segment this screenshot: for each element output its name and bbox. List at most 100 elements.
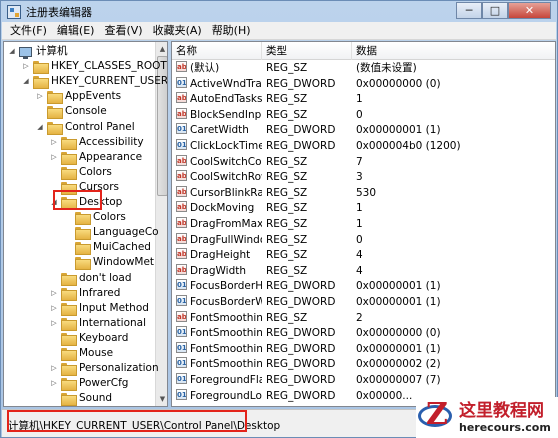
string-value-icon — [176, 310, 187, 322]
tree-node[interactable]: LanguageCo — [64, 225, 159, 241]
tree-node-label: HKEY_CLASSES_ROOT — [51, 60, 167, 73]
value-row[interactable]: DragFromMaxi... REG_SZ 1 — [172, 217, 555, 233]
expander-icon[interactable]: ▷ — [50, 301, 58, 316]
value-data: 0x00000001 (1) — [356, 280, 441, 293]
tree-node[interactable]: Console — [36, 104, 107, 120]
tree-node[interactable]: ▷ Input Method — [50, 301, 149, 316]
menu-file[interactable]: 文件(F) — [5, 22, 52, 40]
tree-node[interactable]: WindowMet — [64, 255, 154, 271]
value-row[interactable]: CoolSwitchCol... REG_SZ 7 — [172, 154, 555, 171]
tree-node[interactable]: ▷ PowerCfg — [50, 376, 128, 392]
close-button[interactable]: ✕ — [508, 2, 551, 19]
expander-icon[interactable]: ◢ — [22, 74, 30, 89]
tree-node[interactable]: ▷ Infrared — [50, 286, 120, 301]
value-row[interactable]: ForegroundFla... REG_DWORD 0x00000007 (7) — [172, 373, 555, 389]
value-row[interactable]: (默认) REG_SZ (数值未设置) — [172, 61, 555, 77]
value-row[interactable]: FontSmoothin... REG_DWORD 0x00000002 (2) — [172, 357, 555, 373]
folder-icon — [61, 378, 77, 392]
tree-node[interactable]: ▷ Appearance — [50, 150, 142, 165]
value-type: REG_SZ — [266, 155, 308, 168]
menu-help[interactable]: 帮助(H) — [207, 22, 256, 40]
column-header-name[interactable]: 名称 — [172, 42, 262, 60]
value-name: FocusBorderH... — [190, 280, 262, 293]
minimize-button[interactable]: ─ — [456, 2, 482, 19]
value-row[interactable]: DockMoving REG_SZ 1 — [172, 201, 555, 217]
tree-node[interactable]: ◢ HKEY_CURRENT_USER — [22, 74, 167, 90]
expander-icon[interactable]: ◢ — [36, 120, 44, 135]
tree-node[interactable]: MuiCached — [64, 240, 151, 256]
tree-node[interactable]: ▷ Accessibility — [50, 135, 144, 150]
value-row[interactable]: FontSmoothin... REG_DWORD 0x00000001 (1) — [172, 341, 555, 358]
tree-node[interactable]: ▷ AppEvents — [36, 89, 121, 105]
tree-node[interactable]: ▷ International — [50, 316, 146, 331]
value-row[interactable]: DragHeight REG_SZ 4 — [172, 248, 555, 264]
tree-node-label: Input Method — [79, 301, 149, 314]
scroll-down-icon[interactable]: ▼ — [156, 392, 167, 406]
expander-icon[interactable]: ▷ — [22, 59, 30, 74]
value-data: 530 — [356, 186, 377, 199]
expander-icon[interactable]: ▷ — [50, 361, 58, 376]
tree-node[interactable]: ◢ Control Panel — [36, 120, 135, 135]
tree-node[interactable]: don't load — [50, 271, 132, 286]
tree-node-label: LanguageCo — [93, 226, 159, 239]
expander-icon[interactable]: ▷ — [50, 150, 58, 165]
value-row[interactable]: ActiveWndTrac... REG_DWORD 0x00000000 (0) — [172, 76, 555, 93]
value-row[interactable]: FocusBorderH... REG_DWORD 0x00000001 (1) — [172, 279, 555, 295]
value-row[interactable]: ClickLockTime REG_DWORD 0x000004b0 (1200) — [172, 139, 555, 155]
folder-icon — [61, 302, 77, 316]
column-header-type[interactable]: 类型 — [262, 42, 352, 60]
tree-node-label: Console — [65, 105, 107, 118]
value-row[interactable]: FocusBorderW... REG_DWORD 0x00000001 (1) — [172, 295, 555, 311]
tree-node[interactable]: Sound — [50, 391, 112, 406]
menu-view[interactable]: 查看(V) — [99, 22, 147, 40]
registry-key-tree[interactable]: ▲ ▼ ◢ 计算机 ▷ HKEY_CLASSES_ROOT ◢ HKEY_CURRENT_… — [3, 41, 168, 407]
expander-icon[interactable]: ◢ — [8, 44, 16, 59]
value-row[interactable]: DragWidth REG_SZ 4 — [172, 263, 555, 280]
value-data: 0x00000001 (1) — [356, 296, 441, 308]
value-name: CoolSwitchCol... — [190, 155, 262, 168]
expander-icon[interactable]: ▷ — [50, 286, 58, 301]
tree-node[interactable]: Colors — [50, 165, 112, 180]
menu-edit[interactable]: 编辑(E) — [52, 22, 100, 40]
value-row[interactable]: CoolSwitchRows REG_SZ 3 — [172, 170, 555, 186]
tree-node[interactable]: Mouse — [50, 346, 113, 361]
title-bar[interactable]: 注册表编辑器 ─ □ ✕ — [1, 1, 557, 22]
value-row[interactable]: CursorBlinkRate REG_SZ 530 — [172, 185, 555, 202]
string-value-icon — [176, 217, 187, 228]
expander-icon[interactable]: ▷ — [50, 376, 58, 391]
value-row[interactable]: FontSmoothin... REG_DWORD 0x00000000 (0) — [172, 326, 555, 342]
expander-icon[interactable]: ▷ — [50, 135, 58, 150]
registry-values-list[interactable]: 名称 类型 数据 (默认) REG_SZ (数值未设置) ActiveWndTrac.… — [171, 41, 556, 407]
value-row[interactable]: CaretWidth REG_DWORD 0x00000001 (1) — [172, 123, 555, 139]
expander-icon[interactable]: ▷ — [36, 89, 44, 104]
value-type: REG_SZ — [266, 233, 308, 246]
menu-favorites[interactable]: 收藏夹(A) — [148, 22, 207, 40]
string-value-icon — [176, 185, 187, 197]
scroll-up-icon[interactable]: ▲ — [156, 42, 167, 56]
maximize-button[interactable]: □ — [482, 2, 508, 19]
value-row[interactable]: AutoEndTasks REG_SZ 1 — [172, 92, 555, 108]
watermark-title: 这里教程网 — [459, 400, 544, 421]
menu-bar: 文件(F) 编辑(E) 查看(V) 收藏夹(A) 帮助(H) — [2, 22, 556, 40]
tree-node[interactable]: Colors — [64, 210, 126, 226]
value-name: DragHeight — [190, 249, 251, 262]
value-type: REG_DWORD — [266, 280, 336, 293]
value-data: 0x000004b0 (1200) — [356, 140, 461, 152]
tree-node[interactable]: ▷ Personalization — [50, 361, 159, 377]
value-name: AutoEndTasks — [190, 93, 262, 106]
column-header-data[interactable]: 数据 — [352, 42, 555, 60]
value-row[interactable]: BlockSendInpu... REG_SZ 0 — [172, 107, 555, 124]
value-name: FontSmoothing — [190, 311, 262, 324]
tree-node[interactable]: ◢ 计算机 — [8, 44, 68, 59]
tree-node-label: Control Panel — [65, 120, 135, 133]
value-row[interactable]: FontSmoothing REG_SZ 2 — [172, 310, 555, 327]
tree-node-label: Appearance — [79, 150, 143, 163]
string-value-icon — [176, 154, 187, 166]
tree-node[interactable]: ▷ HKEY_CLASSES_ROOT — [22, 59, 167, 75]
value-type: REG_SZ — [266, 218, 308, 230]
tree-scrollbar[interactable]: ▲ ▼ — [155, 42, 167, 406]
expander-icon[interactable]: ▷ — [50, 316, 58, 331]
value-type: REG_DWORD — [266, 77, 336, 90]
tree-node[interactable]: Keyboard — [50, 331, 128, 346]
value-row[interactable]: DragFullWindo... REG_SZ 0 — [172, 232, 555, 249]
